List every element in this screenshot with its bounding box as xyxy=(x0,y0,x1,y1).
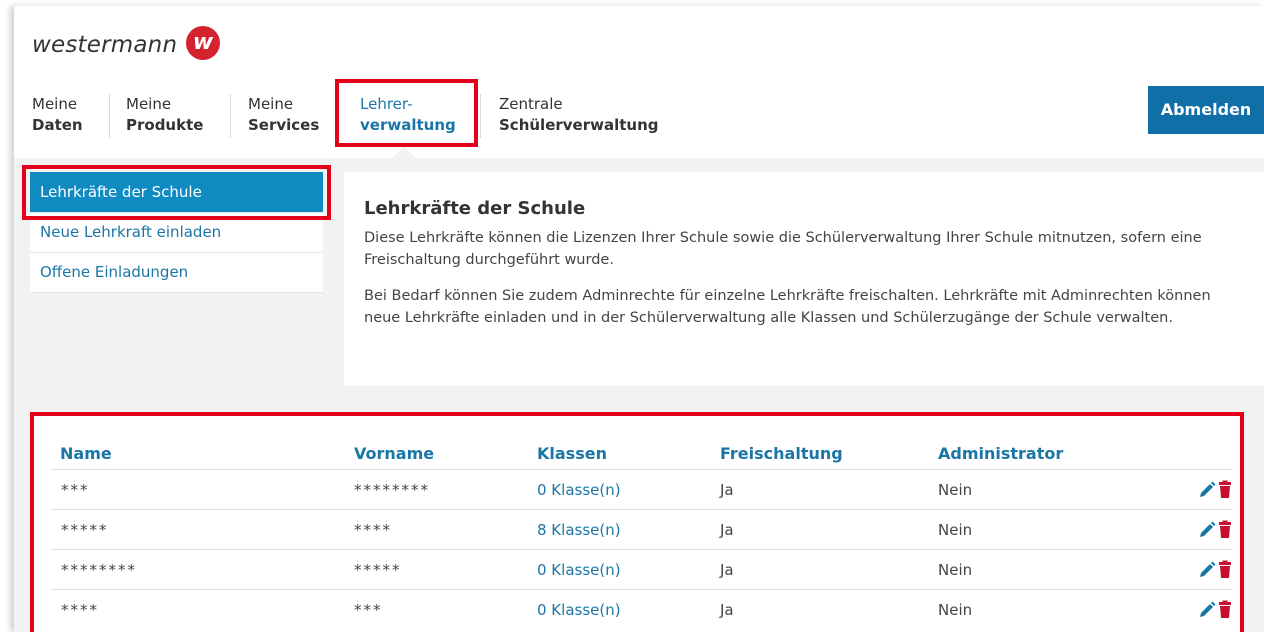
nav-meine-services[interactable]: Meine Services xyxy=(248,94,319,136)
active-tab-caret xyxy=(392,146,416,158)
nav-divider xyxy=(230,94,231,138)
klassen-link[interactable]: 8 Klasse(n) xyxy=(537,521,621,539)
nav-label: Services xyxy=(248,116,320,134)
klassen-link[interactable]: 0 Klasse(n) xyxy=(537,561,621,579)
cell-name: ******** xyxy=(61,561,137,579)
trash-icon[interactable] xyxy=(1219,600,1231,619)
trash-icon[interactable] xyxy=(1219,480,1231,499)
row-actions xyxy=(1197,600,1237,620)
cell-name: *** xyxy=(61,481,90,499)
cell-name: ***** xyxy=(61,521,109,539)
pencil-icon[interactable] xyxy=(1200,601,1216,618)
intro-paragraph: Bei Bedarf können Sie zudem Adminrechte … xyxy=(364,288,1211,326)
nav-meine-produkte[interactable]: Meine Produkte xyxy=(126,94,203,136)
pencil-icon[interactable] xyxy=(1200,561,1216,578)
column-header-klassen[interactable]: Klassen xyxy=(537,444,607,463)
cell-vorname: *** xyxy=(354,601,383,619)
nav-label: Daten xyxy=(32,116,83,134)
cell-vorname: ***** xyxy=(354,561,402,579)
cell-freischaltung: Ja xyxy=(720,521,734,539)
nav-label: Zentrale xyxy=(499,95,563,113)
cell-vorname: ******** xyxy=(354,481,430,499)
nav-divider xyxy=(109,94,110,138)
westermann-logo[interactable]: w xyxy=(186,26,220,60)
column-header-freischaltung[interactable]: Freischaltung xyxy=(720,444,843,463)
nav-label: Meine xyxy=(32,95,78,113)
cell-administrator: Nein xyxy=(938,561,973,579)
cell-name: **** xyxy=(61,601,99,619)
cell-freischaltung: Ja xyxy=(720,481,734,499)
pencil-icon[interactable] xyxy=(1200,521,1216,538)
nav-label: Meine xyxy=(126,95,172,113)
page-title: Lehrkräfte der Schule xyxy=(364,198,586,219)
row-actions xyxy=(1197,520,1237,540)
intro-paragraph: Diese Lehrkräfte können die Lizenzen Ihr… xyxy=(364,230,1202,268)
column-header-vorname[interactable]: Vorname xyxy=(354,444,434,463)
cell-administrator: Nein xyxy=(938,481,973,499)
klassen-link[interactable]: 0 Klasse(n) xyxy=(537,481,621,499)
table-row: ******** ***** 0 Klasse(n) Ja Nein xyxy=(51,549,1233,590)
nav-meine-daten[interactable]: Meine Daten xyxy=(32,94,83,136)
nav-zentrale-schuelerverwaltung[interactable]: Zentrale Schülerverwaltung xyxy=(499,94,659,136)
trash-icon[interactable] xyxy=(1219,520,1231,539)
cell-vorname: **** xyxy=(354,521,392,539)
nav-label: Meine xyxy=(248,95,294,113)
highlight-nav-box xyxy=(335,79,478,147)
cell-administrator: Nein xyxy=(938,521,973,539)
intro-panel: Lehrkräfte der Schule Diese Lehrkräfte k… xyxy=(344,172,1264,386)
nav-label: Schülerverwaltung xyxy=(499,116,659,134)
klassen-link[interactable]: 0 Klasse(n) xyxy=(537,601,621,619)
logout-button[interactable]: Abmelden xyxy=(1148,86,1264,134)
cell-freischaltung: Ja xyxy=(720,601,734,619)
column-header-administrator[interactable]: Administrator xyxy=(938,444,1063,463)
header: westermann w Meine Daten Meine Produkte … xyxy=(0,0,1264,158)
table-row: ***** **** 8 Klasse(n) Ja Nein xyxy=(51,509,1233,550)
nav-divider xyxy=(480,94,481,138)
nav-label: Produkte xyxy=(126,116,204,134)
trash-icon[interactable] xyxy=(1219,560,1231,579)
row-actions xyxy=(1197,480,1237,500)
teacher-table: Name Vorname Klassen Freischaltung Admin… xyxy=(30,412,1244,632)
table-row: *** ******** 0 Klasse(n) Ja Nein xyxy=(51,469,1233,510)
brand-wordmark[interactable]: westermann xyxy=(32,32,177,58)
row-actions xyxy=(1197,560,1237,580)
column-header-name[interactable]: Name xyxy=(60,444,112,463)
cell-freischaltung: Ja xyxy=(720,561,734,579)
pencil-icon[interactable] xyxy=(1200,481,1216,498)
sidebar-item-offene-einladungen[interactable]: Offene Einladungen xyxy=(30,253,323,293)
cell-administrator: Nein xyxy=(938,601,973,619)
highlight-sidebar-box xyxy=(22,165,331,220)
table-row: **** *** 0 Klasse(n) Ja Nein xyxy=(51,589,1233,630)
